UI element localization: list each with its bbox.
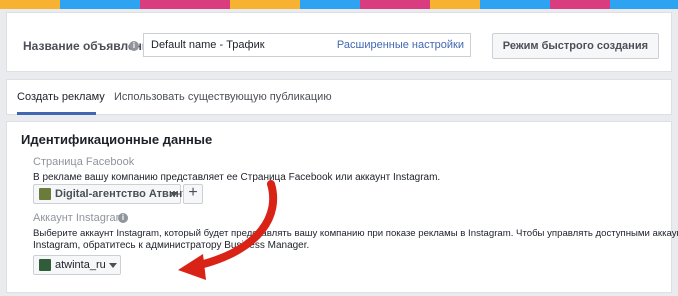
tab-create-ad[interactable]: Создать рекламу	[17, 91, 105, 103]
plus-icon[interactable]: +	[183, 184, 203, 204]
strip-segment	[550, 0, 610, 9]
chevron-down-icon	[109, 263, 117, 268]
quick-creation-mode-button[interactable]: Режим быстрого создания	[491, 33, 659, 59]
identity-panel: Идентификационные данные Страница Facebo…	[6, 121, 678, 293]
tab-use-existing-post[interactable]: Использовать существующую публикацию	[114, 91, 332, 103]
strip-segment	[230, 0, 300, 9]
facebook-page-description: В рекламе вашу компанию представляет ее …	[33, 172, 441, 183]
strip-segment	[140, 0, 230, 9]
ad-name-input[interactable]: Default name - Трафик Расширенные настро…	[143, 33, 471, 57]
instagram-account-selected: atwinta_ru	[55, 259, 106, 271]
strip-segment	[480, 0, 550, 9]
instagram-account-selector[interactable]: atwinta_ru	[33, 255, 121, 275]
chevron-down-icon	[170, 192, 178, 197]
strip-segment	[300, 0, 360, 9]
ad-name-value[interactable]: Default name - Трафик	[151, 39, 265, 51]
page-avatar	[39, 188, 51, 200]
info-icon[interactable]: i	[129, 41, 139, 51]
instagram-description-line2: Instagram, обратитесь к администратору B…	[33, 240, 310, 251]
ad-name-panel: Название объявления i Default name - Тра…	[6, 12, 672, 72]
strip-segment	[360, 0, 430, 9]
instagram-avatar	[39, 259, 51, 271]
strip-segment	[0, 0, 60, 9]
strip-segment	[60, 0, 140, 9]
creative-tabs: Создать рекламу Использовать существующу…	[6, 79, 672, 115]
facebook-page-selector[interactable]: Digital-агентство Атвинта	[33, 184, 194, 204]
facebook-page-label: Страница Facebook	[33, 156, 135, 168]
strip-segment	[430, 0, 480, 9]
section-title: Идентификационные данные	[21, 132, 213, 147]
strip-segment	[610, 0, 678, 9]
advanced-settings-link[interactable]: Расширенные настройки	[337, 39, 464, 51]
active-tab-indicator	[17, 112, 96, 115]
info-icon[interactable]: i	[118, 213, 128, 223]
instagram-description-line1: Выберите аккаунт Instagram, который буде…	[33, 228, 678, 239]
decorative-top-strip	[0, 0, 678, 9]
instagram-account-label: Аккаунт Instagram	[33, 212, 125, 224]
